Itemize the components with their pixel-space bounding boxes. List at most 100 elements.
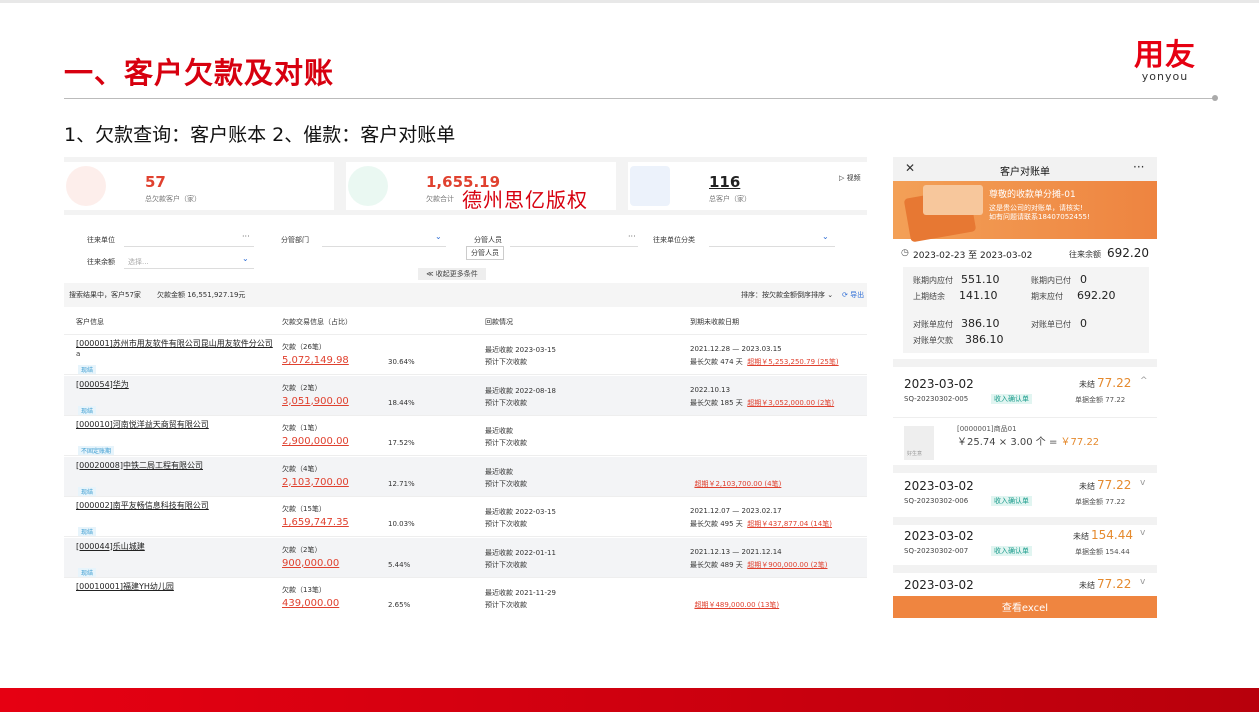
debt-amount[interactable]: 439,000.00 (282, 598, 339, 609)
entry-number: SQ-20230302-006 (904, 497, 969, 505)
table-row[interactable]: [000054]华为 现结 欠款（2笔） 3,051,900.00 18.44% 最近收款… (64, 375, 867, 416)
stat-card-customers[interactable]: 116 总客户（家） (628, 162, 867, 210)
contact-input[interactable] (124, 246, 254, 247)
debt-amount[interactable]: 1,659,747.35 (282, 517, 349, 528)
entry-4[interactable]: 2023-03-02 未结 77.22 v (893, 574, 1157, 596)
due-detail (690, 438, 694, 446)
customer-name[interactable]: [000044]乐山城建 (76, 541, 145, 552)
debt-percent: 5.44% (388, 560, 411, 569)
entry-2[interactable]: 2023-03-02 未结 77.22 v SQ-20230302-006 收入… (893, 475, 1157, 517)
collapse-label: 收起更多条件 (435, 270, 478, 278)
entry-sum: 单据金额 154.44 (1075, 548, 1130, 556)
category-select[interactable] (709, 246, 835, 247)
sum-key: 账期内已付 (1031, 276, 1071, 285)
balance-label: 往来余额 (1069, 250, 1101, 259)
staff-input[interactable] (510, 246, 638, 247)
entry-status: 未结 (1079, 380, 1095, 389)
overdue-link[interactable]: 超期￥900,000.00 (2笔) (747, 561, 827, 569)
mobile-header: ✕ 客户对账单 ··· (893, 157, 1157, 181)
more-dots-icon[interactable]: ··· (242, 232, 250, 241)
chevron-down-icon[interactable]: v (1140, 577, 1145, 587)
debt-amount[interactable]: 5,072,149.98 (282, 355, 349, 366)
dept-select[interactable] (322, 246, 446, 247)
last-collection: 最近收款 2022-03-15 (485, 508, 556, 516)
view-excel-button[interactable]: 查看excel (893, 596, 1157, 618)
slide-title: 一、客户欠款及对账 (64, 56, 335, 90)
overdue-link[interactable]: 超期￥3,052,000.00 (2笔) (747, 399, 834, 407)
table-row[interactable]: [000001]苏州市用友软件有限公司昆山用友软件分公司 a 现结 欠款（26笔） 5,… (64, 335, 867, 375)
mobile-title: 客户对账单 (1000, 167, 1050, 178)
debt-amount[interactable]: 3,051,900.00 (282, 396, 349, 407)
due-range: 2021.12.07 — 2023.02.17 (690, 507, 782, 515)
card-illustration (923, 185, 983, 215)
next-collection: 预计下次收款 (485, 398, 527, 407)
collapse-more-button[interactable]: ≪ 收起更多条件 (418, 268, 486, 280)
entry-number: SQ-20230302-007 (904, 547, 969, 555)
stat-card-debtors[interactable]: 57 总欠款客户（家） (64, 162, 334, 210)
sum-value: 0 (1080, 273, 1087, 286)
debt-amount[interactable]: 2,900,000.00 (282, 436, 349, 447)
chevron-down-icon[interactable]: ⌄ (435, 232, 442, 241)
more-icon[interactable]: ··· (1133, 160, 1144, 174)
chevron-down-icon[interactable]: v (1140, 478, 1145, 488)
customer-name[interactable]: [000010]河南悦洋益天商贸有限公司 (76, 419, 209, 430)
entry-sum: 单据金额 77.22 (1075, 396, 1126, 404)
filter-label-dept: 分管部门 (281, 236, 309, 244)
sum-key: 对账单应付 (913, 320, 953, 329)
video-link[interactable]: ▷ 视频 (839, 173, 861, 183)
entry-3[interactable]: 2023-03-02 未结 154.44 v SQ-20230302-007 收… (893, 525, 1157, 565)
sum-value: 551.10 (961, 273, 1000, 286)
customer-name[interactable]: [000001]苏州市用友软件有限公司昆山用友软件分公司 (76, 338, 273, 349)
statement-period: ◷ 2023-02-23 至 2023-03-02 往来余额 692.20 (893, 243, 1157, 265)
customer-name[interactable]: [00020008]中铁二局工程有限公司 (76, 460, 203, 471)
due-range: 2022.10.13 (690, 385, 731, 394)
more-dots-icon[interactable]: ··· (628, 232, 636, 241)
bottom-bar (0, 688, 1259, 712)
customer-name[interactable]: [000054]华为 (76, 379, 129, 390)
chevron-down-icon[interactable]: ⌄ (822, 232, 829, 241)
sum-value: 0 (1080, 317, 1087, 330)
export-button[interactable]: ⟳ 导出 (842, 290, 864, 300)
debt-count: 欠款（2笔） (282, 545, 322, 554)
table-row[interactable]: [00020008]中铁二局工程有限公司 现结 欠款（4笔） 2,103,700.00… (64, 456, 867, 497)
entry-date: 2023-03-02 (904, 377, 974, 391)
sum-key: 账期内应付 (913, 276, 953, 285)
settlement-tag: 现结 (78, 527, 97, 536)
entry-badge: 收入确认单 (991, 546, 1032, 556)
chevron-down-icon[interactable]: v (1140, 528, 1145, 538)
section-gap (893, 565, 1157, 573)
due-detail: 超期￥489,000.00 (13笔) (690, 600, 779, 609)
table-row[interactable]: [000010]河南悦洋益天商贸有限公司 不固定账期 欠款（1笔） 2,900,000… (64, 416, 867, 456)
staff-tooltip: 分管人员 (466, 246, 504, 260)
chevron-down-icon[interactable]: ⌄ (242, 254, 249, 263)
customer-name[interactable]: [000002]南平友畅信息科技有限公司 (76, 500, 209, 511)
sum-value: 692.20 (1077, 289, 1116, 302)
filter-label-balance: 往来余额 (87, 258, 115, 266)
due-detail: 最长欠款 489 天 超期￥900,000.00 (2笔) (690, 560, 828, 570)
section-gap (893, 517, 1157, 525)
table-row[interactable]: [00010001]福建YH幼儿园 欠款（13笔） 439,000.00 2.65% 最… (64, 578, 867, 609)
customer-name[interactable]: [00010001]福建YH幼儿园 (76, 581, 174, 592)
filter-label-staff: 分管人员 (474, 236, 502, 244)
overdue-link[interactable]: 超期￥489,000.00 (13笔) (694, 601, 779, 609)
sort-label: 排序：按欠款金额倒序排序 (741, 291, 825, 299)
summary-box: 账期内应付 551.10 账期内已付 0 上期结余 141.10 期末应付 69… (903, 267, 1149, 353)
settlement-tag: 现结 (78, 567, 97, 577)
last-collection: 最近收款 (485, 427, 513, 435)
overdue-link[interactable]: 超期￥2,103,700.00 (4笔) (694, 480, 781, 488)
table-row[interactable]: [000044]乐山城建 现结 欠款（2笔） 900,000.00 5.44% 最近收款 … (64, 537, 867, 578)
overdue-link[interactable]: 超期￥5,253,250.79 (25笔) (747, 358, 838, 366)
chevron-up-icon[interactable]: ^ (1140, 376, 1148, 386)
debt-amount[interactable]: 900,000.00 (282, 558, 339, 569)
due-range: 2021.12.28 — 2023.03.15 (690, 345, 782, 353)
sum-key: 对账单已付 (1031, 320, 1071, 329)
balance-select[interactable]: 选择... (128, 257, 149, 267)
overdue-link[interactable]: 超期￥437,877.04 (14笔) (747, 520, 832, 528)
sort-select[interactable]: 排序：按欠款金额倒序排序 ⌄ (741, 290, 833, 300)
entry-1[interactable]: 2023-03-02 未结 77.22 ^ SQ-20230302-005 收入… (893, 373, 1157, 417)
settlement-tag: 现结 (78, 405, 97, 415)
product-formula: ￥25.74 × 3.00 个 = ￥77.22 (957, 433, 1099, 448)
stat-label: 总客户（家） (709, 195, 751, 203)
debt-amount[interactable]: 2,103,700.00 (282, 477, 349, 488)
table-row[interactable]: [000002]南平友畅信息科技有限公司 现结 欠款（15笔） 1,659,747.3… (64, 497, 867, 537)
